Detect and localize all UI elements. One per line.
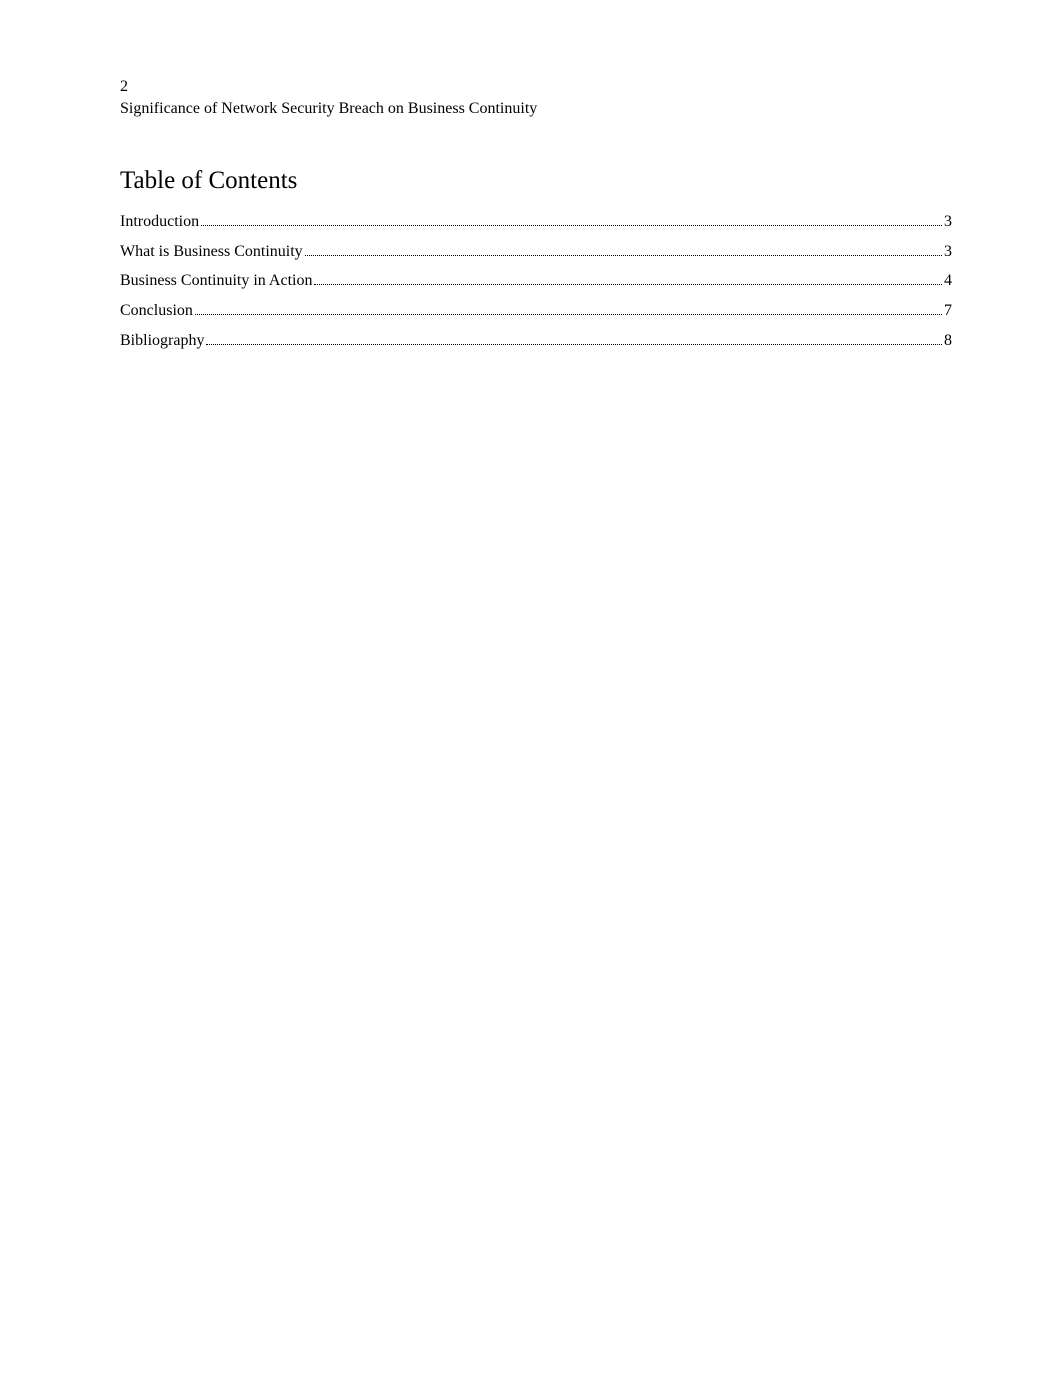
toc-leader [314,284,942,285]
toc-entry-title: Introduction [120,207,199,237]
toc-entry-title: What is Business Continuity [120,237,303,267]
toc-leader [201,225,942,226]
toc-heading: Table of Contents [120,167,952,195]
table-of-contents: Table of Contents Introduction 3 What is… [120,167,952,355]
toc-entry: Business Continuity in Action 4 [120,266,952,296]
toc-entry-title: Bibliography [120,326,204,356]
running-title: Significance of Network Security Breach … [120,98,952,120]
toc-entry: Conclusion 7 [120,296,952,326]
toc-list: Introduction 3 What is Business Continui… [120,207,952,355]
toc-entry-page: 4 [944,266,952,296]
toc-entry-title: Conclusion [120,296,193,326]
toc-leader [206,344,942,345]
toc-leader [305,255,942,256]
toc-entry-page: 3 [944,237,952,267]
toc-entry: Introduction 3 [120,207,952,237]
page-number: 2 [120,76,952,98]
page-header: 2 Significance of Network Security Breac… [120,76,952,119]
toc-entry: Bibliography 8 [120,326,952,356]
toc-entry-page: 3 [944,207,952,237]
toc-entry: What is Business Continuity 3 [120,237,952,267]
toc-entry-page: 7 [944,296,952,326]
toc-entry-title: Business Continuity in Action [120,266,312,296]
toc-leader [195,314,942,315]
toc-entry-page: 8 [944,326,952,356]
